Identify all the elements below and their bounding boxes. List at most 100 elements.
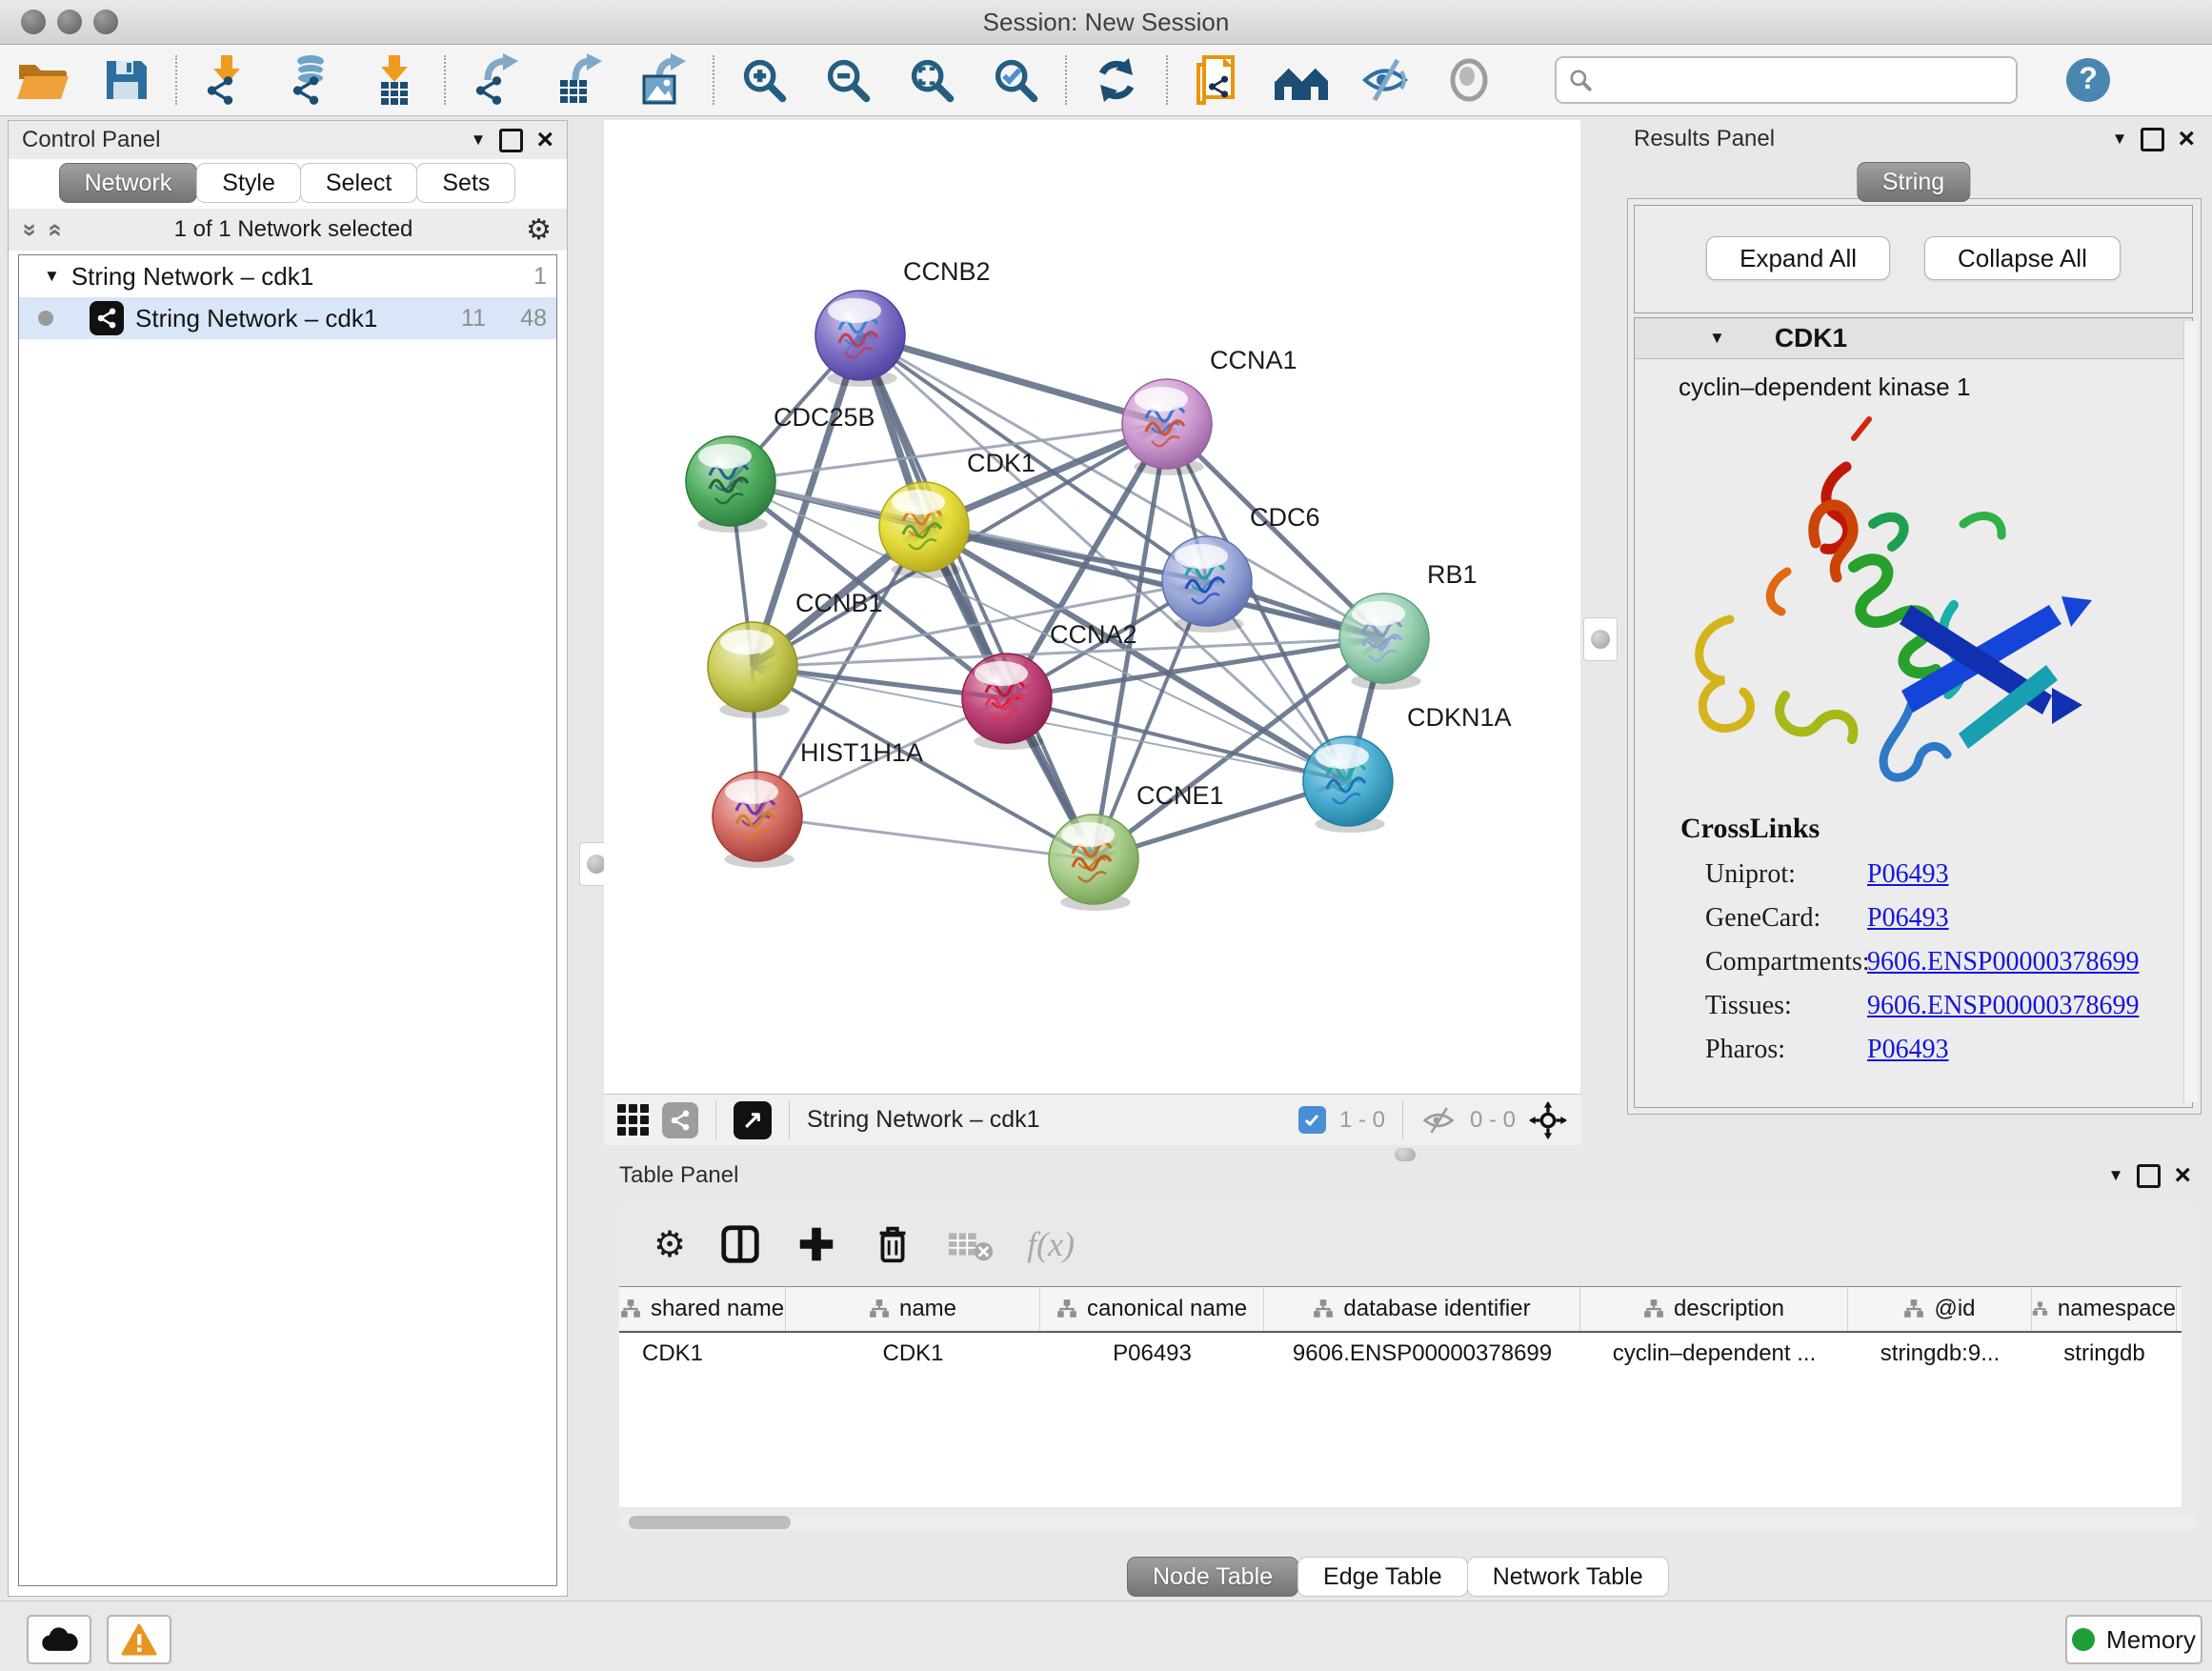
network-selection-row: » » 1 of 1 Network selected ⚙ bbox=[9, 209, 567, 251]
zoom-in-icon[interactable] bbox=[722, 50, 806, 111]
close-panel-icon[interactable]: × bbox=[536, 131, 553, 150]
tab-network[interactable]: Network bbox=[59, 163, 198, 203]
save-session-icon[interactable] bbox=[84, 50, 168, 111]
crosslink-link[interactable]: P06493 bbox=[1867, 1035, 1949, 1065]
import-network-database-icon[interactable] bbox=[269, 50, 352, 111]
collapse-all-networks-icon[interactable]: » bbox=[39, 223, 69, 236]
table-cell[interactable]: CDK1 bbox=[619, 1333, 786, 1375]
network-collection-row[interactable]: ▼ String Network – cdk1 1 bbox=[19, 255, 556, 297]
results-scrollbar[interactable] bbox=[2183, 321, 2198, 1102]
birdseye-view-icon[interactable] bbox=[617, 1104, 649, 1136]
column-header-canonical-name[interactable]: canonical name bbox=[1040, 1287, 1264, 1331]
expand-all-button[interactable]: Expand All bbox=[1706, 236, 1890, 280]
zoom-fit-icon[interactable] bbox=[890, 50, 974, 111]
minimize-button[interactable] bbox=[57, 10, 82, 34]
import-network-file-icon[interactable] bbox=[185, 50, 269, 111]
column-header--id[interactable]: @id bbox=[1848, 1287, 2032, 1331]
show-hide-icon[interactable] bbox=[1343, 50, 1427, 111]
tab-network-table[interactable]: Network Table bbox=[1467, 1557, 1669, 1597]
tab-select[interactable]: Select bbox=[300, 163, 417, 203]
entry-name: CDK1 bbox=[1775, 323, 1847, 353]
string-style-icon[interactable] bbox=[662, 1102, 698, 1138]
close-panel-icon[interactable]: × bbox=[2174, 1166, 2191, 1185]
help-icon[interactable]: ? bbox=[2046, 50, 2130, 111]
table-cell[interactable]: P06493 bbox=[1040, 1333, 1264, 1375]
network-canvas[interactable]: CCNB2CCNA1CDC25BCDK1CDC6RB1CCNB1CCNA2CDK… bbox=[604, 120, 1580, 1094]
crosslink-link[interactable]: P06493 bbox=[1867, 859, 1949, 890]
maximize-panel-icon[interactable] bbox=[2141, 128, 2164, 151]
column-header-description[interactable]: description bbox=[1580, 1287, 1848, 1331]
tab-string[interactable]: String bbox=[1857, 162, 1970, 202]
network-background[interactable] bbox=[604, 120, 1580, 1094]
table-cell[interactable]: stringdb bbox=[2032, 1333, 2177, 1375]
node-label: CDC25B bbox=[774, 403, 875, 432]
home-icon[interactable] bbox=[1259, 50, 1343, 111]
delete-column-icon[interactable] bbox=[871, 1222, 915, 1266]
entry-expand-icon[interactable]: ▼ bbox=[1709, 329, 1725, 348]
close-button[interactable] bbox=[21, 10, 46, 34]
table-cell[interactable]: stringdb:9... bbox=[1848, 1333, 2032, 1375]
column-header-namespace[interactable]: namespace bbox=[2032, 1287, 2177, 1331]
crosslink-link[interactable]: 9606.ENSP00000378699 bbox=[1867, 947, 2139, 977]
table-cell[interactable]: cyclin–dependent ... bbox=[1580, 1333, 1848, 1375]
table-empty-area bbox=[619, 1374, 2182, 1507]
search-input[interactable] bbox=[1593, 66, 1978, 94]
detach-view-icon[interactable]: ↗ bbox=[734, 1101, 772, 1139]
column-header-name[interactable]: name bbox=[786, 1287, 1040, 1331]
crosslink-row: GeneCard:P06493 bbox=[1680, 896, 2192, 940]
hidden-eye-icon[interactable] bbox=[1420, 1106, 1457, 1135]
refresh-icon[interactable] bbox=[1075, 50, 1158, 111]
tab-sets[interactable]: Sets bbox=[416, 163, 515, 203]
maximize-panel-icon[interactable] bbox=[2137, 1164, 2161, 1188]
show-columns-icon[interactable] bbox=[718, 1222, 762, 1266]
tab-style[interactable]: Style bbox=[196, 163, 301, 203]
table-horizontal-scrollbar[interactable] bbox=[619, 1515, 2197, 1530]
network-from-document-icon[interactable] bbox=[1176, 50, 1259, 111]
collapse-all-button[interactable]: Collapse All bbox=[1924, 236, 2121, 280]
column-header-shared-name[interactable]: shared name bbox=[619, 1287, 786, 1331]
crosslink-link[interactable]: 9606.ENSP00000378699 bbox=[1867, 991, 2139, 1021]
zoom-window-button[interactable] bbox=[93, 10, 118, 34]
export-table-icon[interactable] bbox=[537, 50, 621, 111]
float-panel-icon[interactable]: ▼ bbox=[2108, 1166, 2124, 1185]
tab-node-table[interactable]: Node Table bbox=[1127, 1557, 1298, 1597]
delete-table-icon bbox=[947, 1225, 995, 1263]
maximize-panel-icon[interactable] bbox=[499, 129, 523, 152]
import-table-icon[interactable] bbox=[352, 50, 436, 111]
right-splitter-handle[interactable] bbox=[1583, 617, 1618, 661]
node-label: CCNE1 bbox=[1136, 781, 1224, 810]
search-icon bbox=[1568, 68, 1593, 92]
close-panel-icon[interactable]: × bbox=[2178, 130, 2195, 149]
column-header-database-identifier[interactable]: database identifier bbox=[1264, 1287, 1580, 1331]
scrollbar-thumb[interactable] bbox=[629, 1516, 791, 1529]
table-row[interactable]: CDK1CDK1P064939606.ENSP00000378699cyclin… bbox=[619, 1333, 2182, 1375]
network-row[interactable]: String Network – cdk1 11 48 bbox=[19, 297, 556, 339]
results-panel-title: Results Panel bbox=[1634, 126, 1775, 152]
crosslink-label: Tissues: bbox=[1680, 991, 1867, 1021]
collection-expand-icon[interactable]: ▼ bbox=[44, 267, 60, 286]
cloud-button[interactable] bbox=[27, 1615, 91, 1664]
search-field[interactable] bbox=[1555, 56, 2018, 104]
table-settings-gear-icon[interactable]: ⚙ bbox=[654, 1223, 686, 1266]
float-panel-icon[interactable]: ▼ bbox=[2112, 130, 2128, 149]
open-session-icon[interactable] bbox=[0, 50, 84, 111]
node-details-header[interactable]: ▼ CDK1 bbox=[1635, 318, 2192, 359]
crosslink-label: Pharos: bbox=[1680, 1035, 1867, 1065]
table-cell[interactable]: 9606.ENSP00000378699 bbox=[1264, 1333, 1580, 1375]
crosslink-link[interactable]: P06493 bbox=[1867, 903, 1949, 934]
tab-edge-table[interactable]: Edge Table bbox=[1297, 1557, 1468, 1597]
reposition-icon[interactable] bbox=[1529, 1101, 1567, 1139]
selected-checkbox-icon[interactable] bbox=[1298, 1106, 1326, 1134]
zoom-selected-icon[interactable] bbox=[974, 50, 1057, 111]
float-panel-icon[interactable]: ▼ bbox=[471, 131, 487, 150]
warning-button[interactable] bbox=[107, 1615, 171, 1664]
gear-icon[interactable]: ⚙ bbox=[526, 213, 552, 247]
network-status-dot bbox=[38, 311, 53, 326]
table-cell[interactable]: CDK1 bbox=[786, 1333, 1040, 1375]
zoom-out-icon[interactable] bbox=[806, 50, 890, 111]
export-image-icon[interactable] bbox=[621, 50, 705, 111]
add-column-icon[interactable] bbox=[794, 1222, 838, 1266]
export-network-icon[interactable] bbox=[453, 50, 537, 111]
table-toolbar: ⚙ f(x) bbox=[617, 1202, 2199, 1286]
memory-button[interactable]: Memory bbox=[2065, 1615, 2202, 1664]
